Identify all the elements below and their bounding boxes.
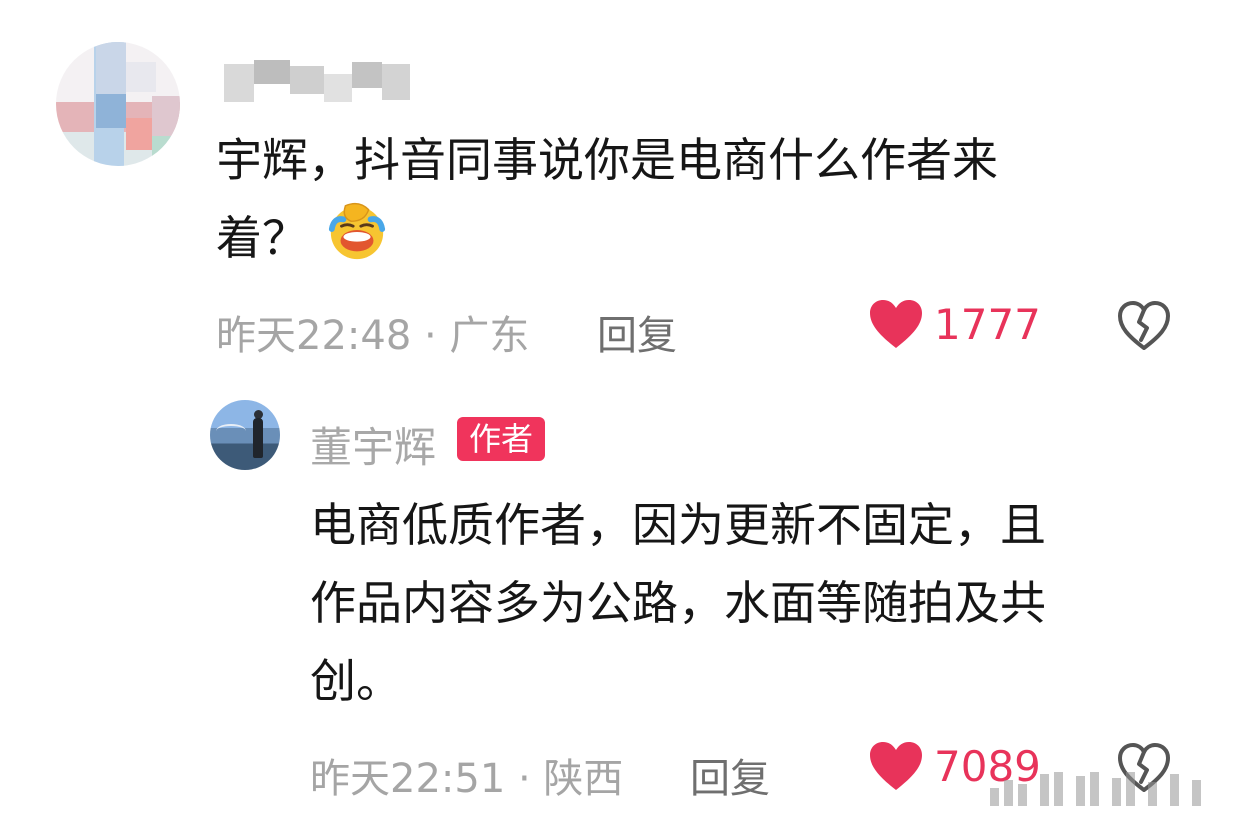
author-badge: 作者 <box>457 417 546 461</box>
avatar-mosaic-block <box>152 96 180 136</box>
reply-line: 创。 <box>310 654 402 708</box>
name-mosaic-block <box>254 60 290 84</box>
watermark-bar <box>1090 772 1099 806</box>
watermark-bar <box>1126 772 1135 806</box>
watermark-bar <box>1004 780 1013 806</box>
watermark-bar <box>1112 778 1121 806</box>
watermark-bar <box>1040 774 1049 806</box>
author-name[interactable]: 董宇辉 <box>310 414 436 475</box>
laughing-crying-emoji-icon <box>328 202 386 260</box>
name-mosaic-block <box>290 66 324 94</box>
reply-body: 电商低质作者，因为更新不固定，且 作品内容多为公路，水面等随拍及共 创。 <box>310 486 1046 720</box>
avatar-mosaic-block <box>126 62 156 92</box>
reply-line: 作品内容多为公路，水面等随拍及共 <box>310 576 1046 630</box>
name-mosaic-block <box>382 64 410 100</box>
watermark-bar <box>1148 782 1157 806</box>
watermark-bar <box>1192 780 1201 806</box>
watermark-bar <box>1076 776 1085 806</box>
reply-button[interactable]: 回复 <box>690 746 770 804</box>
reply-time-location: 昨天22:51 · 陕西 <box>310 756 624 802</box>
commenter-name-pixelated[interactable] <box>222 60 412 102</box>
comment-body: 宇辉，抖音同事说你是电商什么作者来 着？ <box>216 121 998 277</box>
name-mosaic-block <box>224 64 254 102</box>
like-count: 1777 <box>934 299 1041 349</box>
watermark-bar <box>1170 774 1179 806</box>
watermark-bar <box>990 788 999 806</box>
heart-icon <box>870 300 922 348</box>
broken-heart-icon[interactable] <box>1116 298 1172 354</box>
comment-line: 着？ <box>216 199 998 277</box>
commenter-avatar[interactable] <box>56 42 180 166</box>
name-mosaic-block <box>352 62 382 88</box>
avatar-scenery <box>216 424 246 438</box>
like-button[interactable]: 1777 <box>868 298 1041 350</box>
avatar-person <box>253 418 263 458</box>
watermark-graphic <box>990 770 1220 806</box>
author-avatar[interactable] <box>210 400 280 470</box>
heart-icon <box>870 742 922 790</box>
reply-button[interactable]: 回复 <box>597 303 677 361</box>
avatar-mosaic-block <box>152 136 180 166</box>
comment-line: 宇辉，抖音同事说你是电商什么作者来 <box>216 133 998 187</box>
name-mosaic-block <box>324 74 352 102</box>
avatar-mosaic-block <box>96 94 126 128</box>
watermark-bar <box>1054 772 1063 806</box>
reply-line: 电商低质作者，因为更新不固定，且 <box>310 498 1046 552</box>
comment-line-text: 着？ <box>216 211 308 265</box>
watermark-bar <box>1018 784 1027 806</box>
comment-time-location: 昨天22:48 · 广东 <box>216 313 530 359</box>
avatar-mosaic-block <box>96 42 126 94</box>
